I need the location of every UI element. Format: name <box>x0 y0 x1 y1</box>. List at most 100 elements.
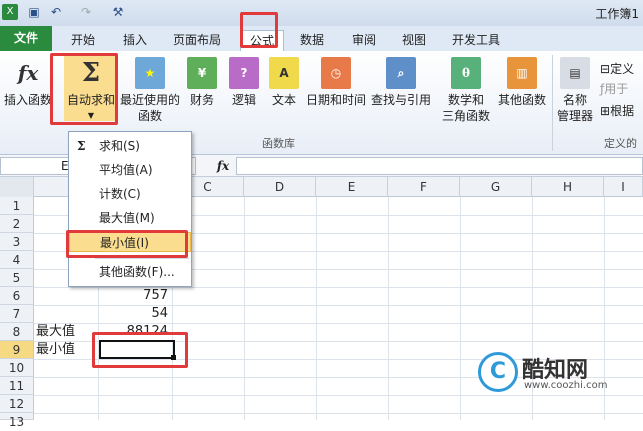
excel-logo-icon: X <box>2 4 18 20</box>
select-all-corner[interactable] <box>0 177 34 197</box>
menu-item-average[interactable]: 平均值(A) <box>69 160 191 180</box>
row-header[interactable]: 6 <box>0 287 34 305</box>
name-manager-label-2: 管理器 <box>556 109 593 123</box>
name-manager-button[interactable]: ▤ 名称 管理器 <box>554 57 596 124</box>
math-trig-button[interactable]: θ 数学和 三角函数 <box>436 57 496 124</box>
row-header[interactable]: 11 <box>0 377 34 395</box>
math-label-2: 三角函数 <box>441 109 490 123</box>
window-title: 工作簿1 <box>595 7 639 21</box>
menu-item-count[interactable]: 计数(C) <box>69 184 191 204</box>
text-button[interactable]: A 文本 <box>266 57 302 108</box>
coozhi-logo-icon: C <box>478 352 518 392</box>
datetime-button[interactable]: ◷ 日期和时间 <box>304 57 368 108</box>
save-icon[interactable]: ▣ <box>26 4 42 20</box>
cell-b6[interactable]: 757 <box>100 287 170 305</box>
define-name-button[interactable]: ⊟定义 <box>600 61 643 77</box>
name-tags-icon: ▤ <box>560 57 590 89</box>
use-in-formula-button[interactable]: ƒ用于 <box>600 81 643 97</box>
text-book-icon: A <box>269 57 299 89</box>
undo-icon[interactable]: ↶ <box>48 4 64 20</box>
title-bar: X ▣ ↶ ↷ ⚒ 工作簿1 <box>0 0 643 26</box>
menu-sum-label: 求和(S) <box>99 139 140 153</box>
question-book-icon: ? <box>229 57 259 89</box>
grid-line <box>34 413 643 414</box>
sigma-icon: Σ <box>77 139 86 153</box>
tab-view[interactable]: 视图 <box>394 30 434 50</box>
tab-review[interactable]: 审阅 <box>344 30 384 50</box>
annotation-box-cell <box>92 332 188 368</box>
row-header[interactable]: 4 <box>0 251 34 269</box>
math-label-1: 数学和 <box>447 93 484 107</box>
money-book-icon: ¥ <box>187 57 217 89</box>
grid-line <box>460 197 461 420</box>
cell-a8[interactable]: 最大值 <box>36 323 98 341</box>
annotation-box-autosum <box>50 53 118 125</box>
menu-item-sum[interactable]: Σ 求和(S) <box>69 136 191 156</box>
text-label: 文本 <box>271 93 296 107</box>
row-header[interactable]: 8 <box>0 323 34 341</box>
customize-icon[interactable]: ⚒ <box>110 4 126 20</box>
column-header-f[interactable]: F <box>388 177 460 197</box>
grid-line <box>34 395 643 396</box>
column-header-h[interactable]: H <box>532 177 604 197</box>
column-header-g[interactable]: G <box>460 177 532 197</box>
row-header[interactable]: 1 <box>0 197 34 215</box>
recent-functions-button[interactable]: ★ 最近使用的 函数 <box>120 57 180 124</box>
grid-line <box>388 197 389 420</box>
create-from-selection-button[interactable]: ⊞根据 <box>600 103 643 119</box>
tag-icon: ⊟ <box>600 62 611 76</box>
watermark-url: www.coozhi.com <box>524 380 608 391</box>
row-header[interactable]: 2 <box>0 215 34 233</box>
recent-label-1: 最近使用的 <box>120 93 181 107</box>
row-header[interactable]: 12 <box>0 395 34 413</box>
financial-label: 财务 <box>189 93 214 107</box>
tab-developer[interactable]: 开发工具 <box>446 30 506 50</box>
books-icon: ▥ <box>507 57 537 89</box>
magnifier-book-icon: ⌕ <box>386 57 416 89</box>
tab-page-layout[interactable]: 页面布局 <box>166 30 228 50</box>
ribbon-tabs: 文件 开始 插入 页面布局 公式 数据 审阅 视图 开发工具 <box>0 26 643 52</box>
group-divider <box>552 55 553 151</box>
insert-function-button[interactable]: fx 插入函数 <box>2 57 54 108</box>
use-in-label: 用于 <box>604 82 629 96</box>
row-header[interactable]: 10 <box>0 359 34 377</box>
insert-function-label: 插入函数 <box>3 93 52 107</box>
grid-line <box>316 197 317 420</box>
menu-item-more-functions[interactable]: 其他函数(F)... <box>69 262 191 282</box>
tab-data[interactable]: 数据 <box>292 30 332 50</box>
fx-icon[interactable]: fx <box>212 157 234 175</box>
cell-b7[interactable]: 54 <box>100 305 170 323</box>
tab-file[interactable]: 文件 <box>0 26 52 51</box>
star-book-icon: ★ <box>135 57 165 89</box>
redo-icon[interactable]: ↷ <box>78 4 94 20</box>
logical-label: 逻辑 <box>231 93 256 107</box>
tab-insert[interactable]: 插入 <box>114 30 156 50</box>
defined-names-group-label: 定义的 <box>604 137 637 150</box>
column-header-i[interactable]: I <box>604 177 643 197</box>
tab-home[interactable]: 开始 <box>62 30 104 50</box>
other-functions-button[interactable]: ▥ 其他函数 <box>496 57 548 108</box>
row-header[interactable]: 3 <box>0 233 34 251</box>
logical-button[interactable]: ? 逻辑 <box>226 57 262 108</box>
other-label: 其他函数 <box>497 93 546 107</box>
annotation-box-formulas-tab <box>240 12 278 48</box>
fx-icon: fx <box>17 61 39 85</box>
row-header-selected[interactable]: 9 <box>0 341 34 359</box>
menu-item-max[interactable]: 最大值(M) <box>69 208 191 228</box>
autosum-dropdown-menu: Σ 求和(S) 平均值(A) 计数(C) 最大值(M) 最小值(I) 其他函数(F… <box>68 131 192 287</box>
name-manager-label-1: 名称 <box>562 93 587 107</box>
function-library-group-label: 函数库 <box>262 137 295 150</box>
row-header[interactable]: 7 <box>0 305 34 323</box>
financial-button[interactable]: ¥ 财务 <box>184 57 220 108</box>
grid-line <box>244 197 245 420</box>
formula-input[interactable] <box>236 157 643 175</box>
recent-label-2: 函数 <box>137 109 162 123</box>
row-header[interactable]: 13 <box>0 413 34 429</box>
datetime-label: 日期和时间 <box>305 93 366 107</box>
cell-a9[interactable]: 最小值 <box>36 341 98 359</box>
lookup-button[interactable]: ⌕ 查找与引用 <box>370 57 432 108</box>
row-header[interactable]: 5 <box>0 269 34 287</box>
column-header-d[interactable]: D <box>244 177 316 197</box>
clock-book-icon: ◷ <box>321 57 351 89</box>
column-header-e[interactable]: E <box>316 177 388 197</box>
